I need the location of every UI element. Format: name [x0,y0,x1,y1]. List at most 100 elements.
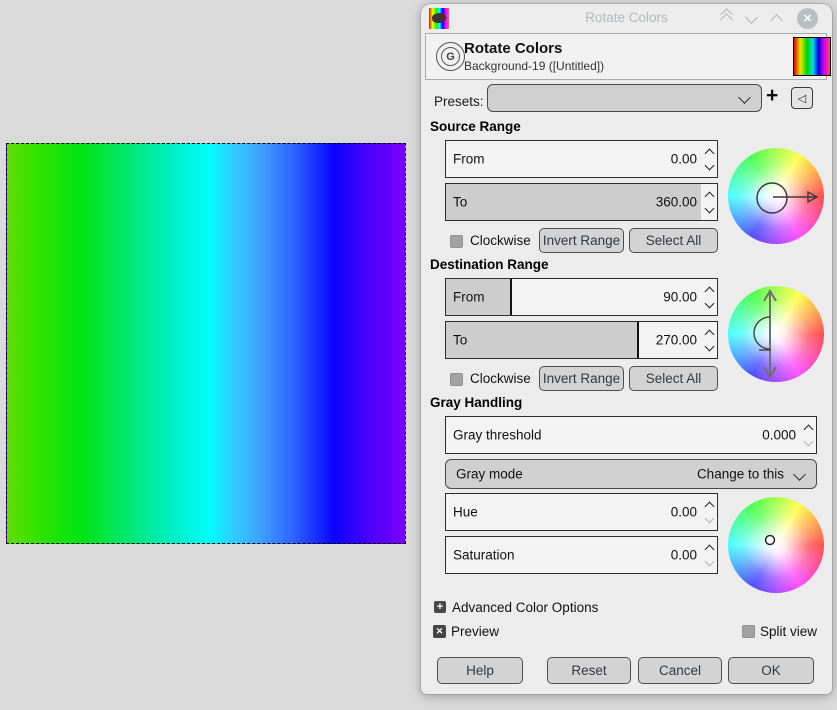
source-clockwise-label: Clockwise [470,233,531,248]
source-from-value: 0.00 [670,151,697,167]
reset-button[interactable]: Reset [547,657,631,684]
destination-from-label: From [453,289,485,305]
unshade-button[interactable] [770,12,783,27]
source-select-all-button[interactable]: Select All [629,228,718,253]
spin-up-button[interactable] [704,544,714,554]
image-preview[interactable] [6,143,406,544]
close-button[interactable]: ✕ [797,8,818,29]
dialog-title: Rotate Colors [464,40,563,57]
gray-mode-value: Change to this [696,466,784,482]
destination-range-wheel[interactable] [728,286,824,382]
button-label: Cancel [658,663,702,678]
hue-label: Hue [453,504,478,520]
spin-down-button[interactable] [803,436,813,446]
add-preset-button[interactable]: + [766,85,778,106]
source-invert-range-button[interactable]: Invert Range [539,228,624,253]
split-view-checkbox[interactable] [742,625,755,638]
source-to-value: 360.00 [655,194,697,210]
destination-from-value: 90.00 [663,289,697,305]
gray-handling-heading: Gray Handling [430,395,523,410]
layer-thumbnail [793,37,831,76]
source-clockwise-checkbox[interactable] [450,235,463,248]
chevron-down-icon [745,10,758,24]
saturation-field[interactable]: Saturation 0.00 [446,537,701,573]
destination-to-field[interactable]: To 270.00 [446,322,701,358]
rotate-colors-dialog: Rotate Colors ✕ G Rotate Colors Backgrou… [421,4,832,694]
source-to-spinscale[interactable]: To 360.00 [445,183,718,221]
source-range-heading: Source Range [430,119,521,134]
gray-mode-dropdown[interactable]: Gray mode Change to this [445,459,817,489]
button-label: Reset [571,663,607,678]
spin-up-button[interactable] [704,191,714,201]
source-range-indicator [756,182,819,214]
spin-up-button[interactable] [704,329,714,339]
gray-point-indicator [764,534,776,546]
advanced-options-label: Advanced Color Options [452,600,599,615]
dialog-header: G Rotate Colors Background-19 ([Untitled… [425,33,831,80]
button-label: Invert Range [542,371,621,386]
preview-checkbox[interactable]: ✕ [433,625,446,638]
presets-dropdown[interactable] [487,84,762,112]
button-label: Select All [645,371,702,386]
saturation-label: Saturation [453,547,515,563]
dialog-titlebar[interactable]: Rotate Colors ✕ [421,4,832,33]
spin-down-button[interactable] [704,298,714,308]
destination-to-label: To [453,332,468,348]
gray-threshold-spinscale[interactable]: Gray threshold 0.000 [445,416,817,454]
hue-field[interactable]: Hue 0.00 [446,494,701,530]
preview-label: Preview [451,624,500,639]
check-icon: ✕ [435,626,444,636]
button-label: Invert Range [542,233,621,248]
hue-spinscale[interactable]: Hue 0.00 [445,493,718,531]
ok-button[interactable]: OK [728,657,814,684]
spin-up-button[interactable] [704,501,714,511]
close-icon: ✕ [802,13,813,25]
destination-to-spinscale[interactable]: To 270.00 [445,321,718,359]
source-to-label: To [453,194,468,210]
button-label: Help [466,663,494,678]
destination-clockwise-checkbox[interactable] [450,373,463,386]
saturation-value: 0.00 [670,547,697,563]
plus-icon: + [436,600,444,613]
selection-marching-ants [6,143,406,544]
destination-range-heading: Destination Range [430,257,549,272]
shade-button[interactable] [745,10,758,25]
hue-value: 0.00 [670,504,697,520]
import-preset-button[interactable]: ◁ [791,87,813,109]
gray-handling-wheel[interactable] [728,497,824,593]
destination-select-all-button[interactable]: Select All [629,366,718,391]
spin-down-button[interactable] [704,341,714,351]
chevron-up-icon [770,14,783,27]
spin-down-button[interactable] [704,160,714,170]
help-button[interactable]: Help [437,657,523,684]
spin-down-button[interactable] [704,203,714,213]
gray-threshold-field[interactable]: Gray threshold 0.000 [446,417,800,453]
slider-fill [446,322,640,358]
source-from-label: From [453,151,485,167]
saturation-spinscale[interactable]: Saturation 0.00 [445,536,718,574]
source-range-wheel[interactable] [728,148,824,244]
destination-invert-range-button[interactable]: Invert Range [539,366,624,391]
gray-threshold-label: Gray threshold [453,427,542,443]
import-icon: ◁ [797,92,807,105]
presets-label: Presets: [434,94,484,109]
destination-from-spinscale[interactable]: From 90.00 [445,278,718,316]
cancel-button[interactable]: Cancel [638,657,722,684]
spin-up-button[interactable] [704,148,714,158]
advanced-options-expander[interactable]: + [434,601,446,613]
spin-down-button[interactable] [704,556,714,566]
gimp-logo-letter: G [441,47,460,66]
gimp-logo-icon: G [436,42,465,71]
destination-from-field[interactable]: From 90.00 [446,279,701,315]
spin-up-button[interactable] [704,286,714,296]
button-label: Select All [645,233,702,248]
keep-above-button[interactable] [720,7,733,26]
chevron-down-icon [793,468,806,481]
destination-to-value: 270.00 [655,332,697,348]
source-from-spinscale[interactable]: From 0.00 [445,140,718,178]
spin-down-button[interactable] [704,513,714,523]
dialog-subtitle: Background-19 ([Untitled]) [464,59,605,73]
source-from-field[interactable]: From 0.00 [446,141,701,177]
source-to-field[interactable]: To 360.00 [446,184,701,220]
spin-up-button[interactable] [803,424,813,434]
